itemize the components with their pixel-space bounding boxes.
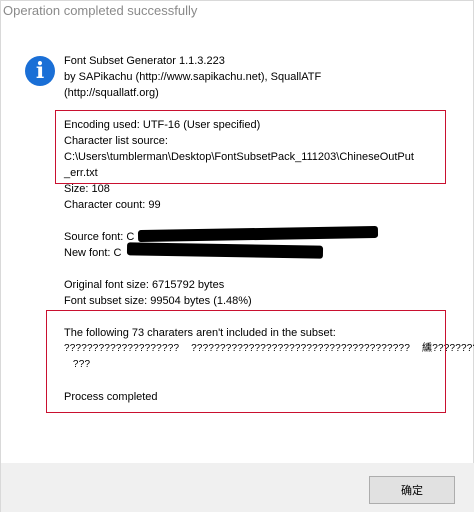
app-name: Font Subset Generator 1.1.3.223 xyxy=(64,55,225,67)
info-icon: i xyxy=(25,56,55,86)
original-size: Original font size: 6715792 bytes xyxy=(64,279,225,291)
message-dialog: Operation completed successfully i Font … xyxy=(0,0,474,512)
char-count-stat: Character count: 99 xyxy=(64,199,161,211)
authors: by SAPikachu (http://www.sapikachu.net),… xyxy=(64,71,322,83)
highlight-box-encoding xyxy=(55,110,446,184)
highlight-box-missing xyxy=(46,310,446,413)
author-url: (http://squallatf.org) xyxy=(64,87,159,99)
dialog-title: Operation completed successfully xyxy=(3,3,198,18)
subset-size: Font subset size: 99504 bytes (1.48%) xyxy=(64,295,252,307)
ok-button[interactable]: 确定 xyxy=(369,476,455,504)
